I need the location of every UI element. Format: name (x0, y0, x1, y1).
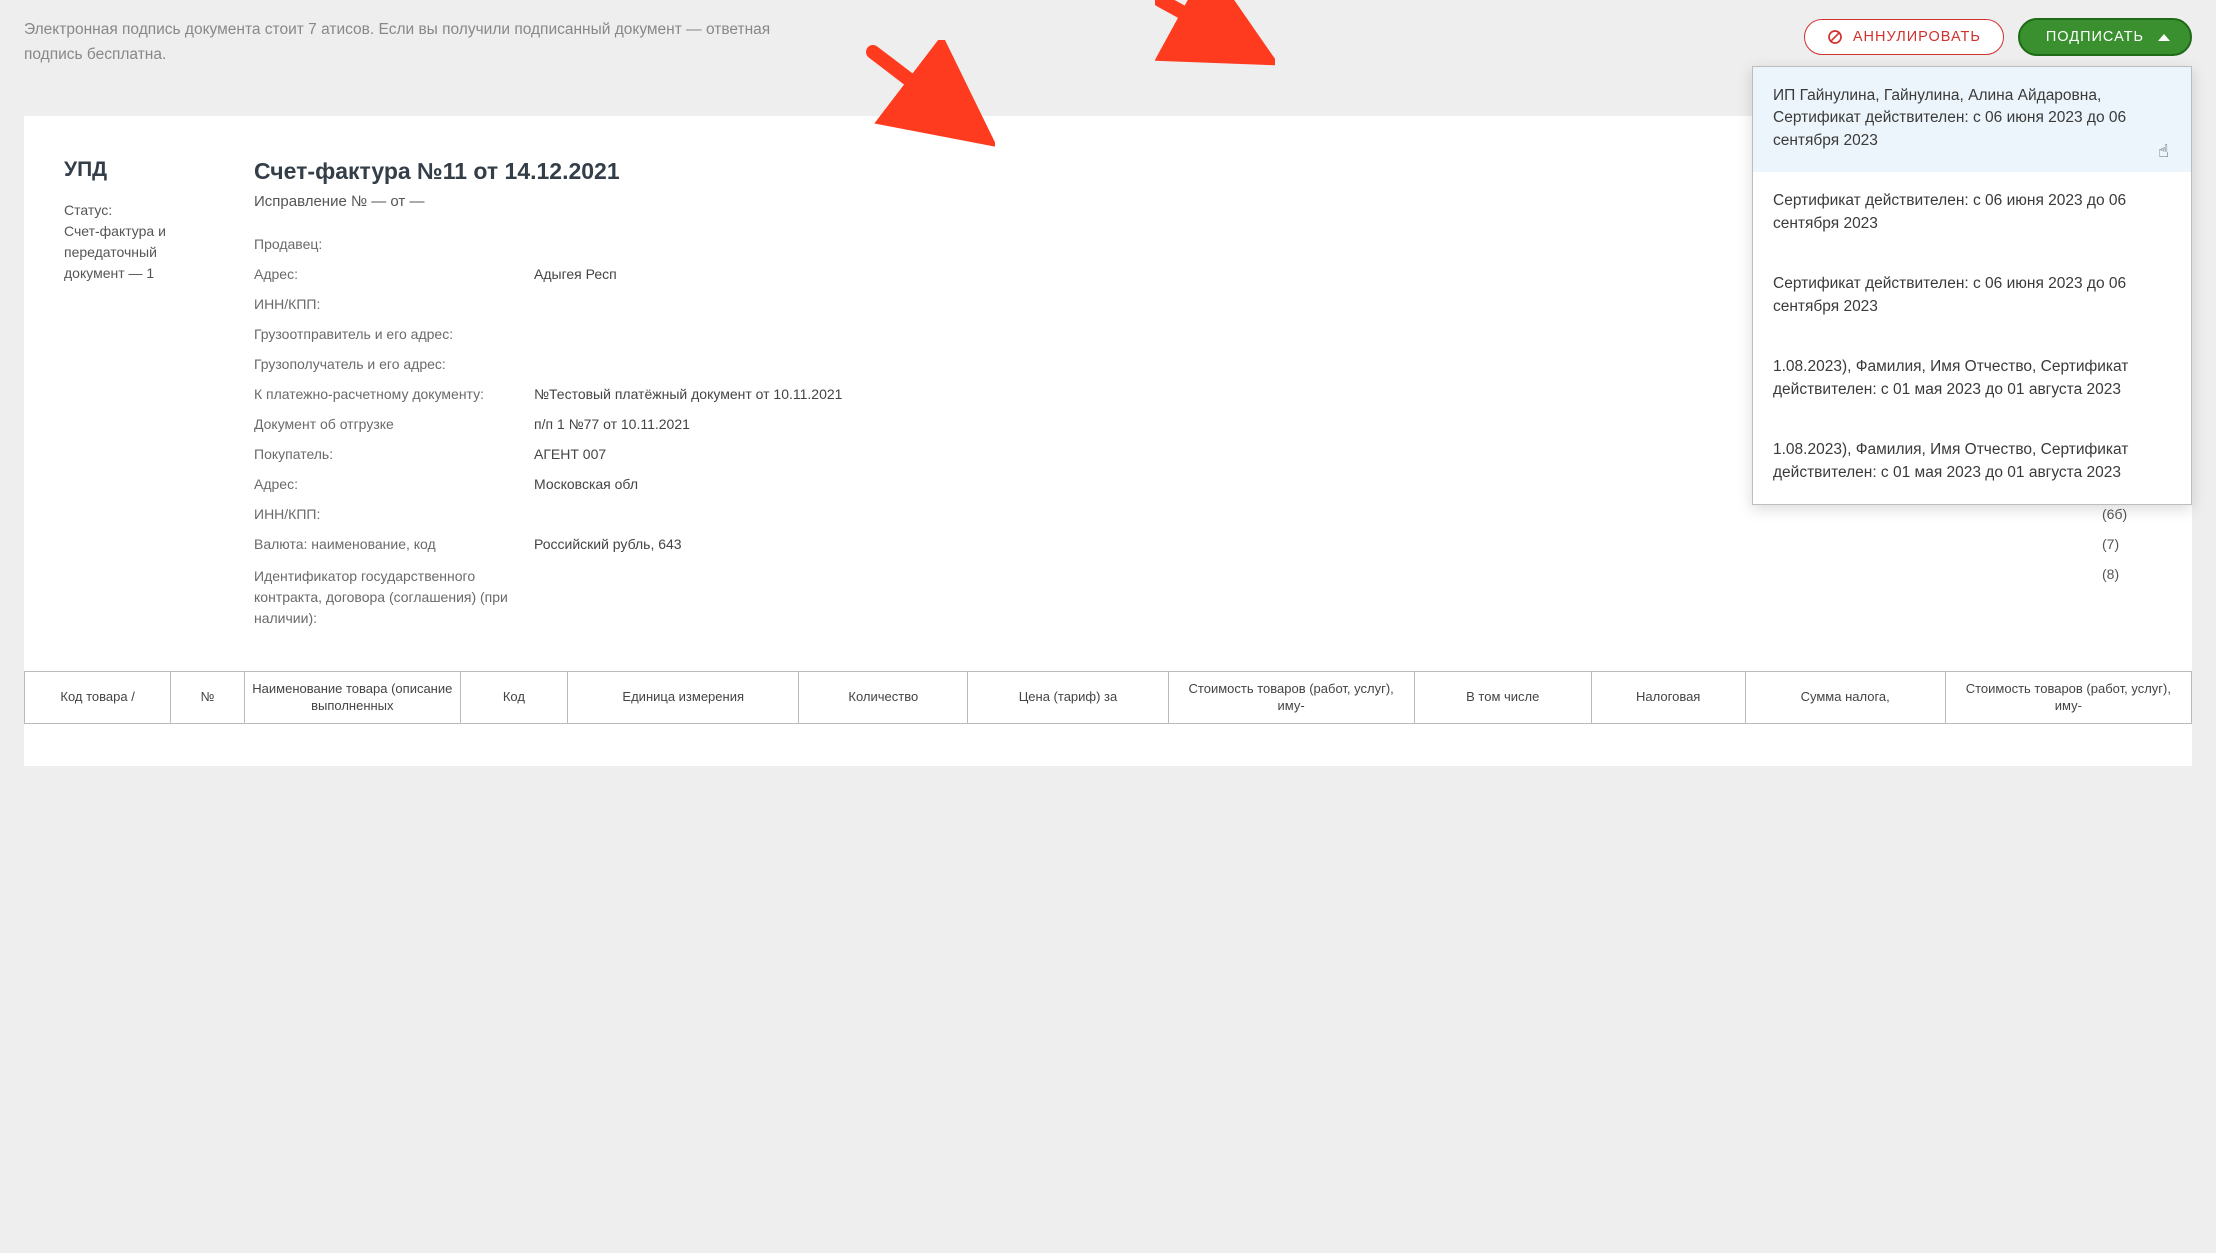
signature-hint: Электронная подпись документа стоит 7 ат… (24, 18, 804, 68)
certificate-option[interactable]: Сертификат действителен: с 06 июня 2023 … (1753, 172, 2191, 255)
certificate-option[interactable]: Сертификат действителен: с 06 июня 2023 … (1753, 255, 2191, 338)
sign-label: ПОДПИСАТЬ (2046, 29, 2144, 45)
column-header: Сумма налога, (1745, 671, 1945, 723)
column-header: Налоговая (1591, 671, 1745, 723)
status-text: Счет-фактура и передаточный документ — 1 (64, 223, 166, 281)
column-header: В том числе (1414, 671, 1591, 723)
pointer-cursor-icon: ☝︎ (2158, 138, 2169, 164)
certificate-option[interactable]: ИП Гайнулина, Гайнулина, Алина Айдаровна… (1753, 67, 2191, 172)
status-label: Статус: (64, 202, 112, 218)
field-value: Российский рубль, 643 (534, 536, 2072, 552)
cancel-icon (1827, 29, 1843, 45)
certificate-option-label: ИП Гайнулина, Гайнулина, Алина Айдаровна… (1773, 87, 2126, 149)
column-header: Стоимость товаров (работ, услуг), иму- (1168, 671, 1414, 723)
certificate-option-label: 1.08.2023), Фамилия, Имя Отчество, Серти… (1773, 441, 2128, 480)
field-label: ИНН/КПП: (254, 506, 534, 522)
column-header: Количество (799, 671, 968, 723)
caret-up-icon (2158, 34, 2170, 41)
action-bar: АННУЛИРОВАТЬ ПОДПИСАТЬ (1804, 18, 2192, 56)
annotation-arrow-sign (1155, 0, 1275, 80)
column-header: Код товара / (25, 671, 171, 723)
column-header: Стоимость товаров (работ, услуг), иму- (1945, 671, 2191, 723)
certificate-dropdown: ИП Гайнулина, Гайнулина, Алина Айдаровна… (1752, 66, 2192, 505)
field-label: Продавец: (254, 236, 534, 252)
field-line-number: (8) (2072, 566, 2152, 582)
field-label: Покупатель: (254, 446, 534, 462)
column-header: Код (460, 671, 568, 723)
table-header-row: Код товара /№Наименование товара (описан… (25, 671, 2192, 723)
invoice-items-table: Код товара /№Наименование товара (описан… (24, 671, 2192, 724)
certificate-option-label: Сертификат действителен: с 06 июня 2023 … (1773, 192, 2126, 231)
column-header: Цена (тариф) за (968, 671, 1168, 723)
field-line-number: (6б) (2072, 506, 2152, 522)
field-label: Идентификатор государственного контракта… (254, 566, 534, 629)
annotation-arrow-item (865, 40, 995, 150)
field-label: Адрес: (254, 476, 534, 492)
cancel-button[interactable]: АННУЛИРОВАТЬ (1804, 19, 2004, 55)
document-side-info: УПД Статус: Счет-фактура и передаточный … (64, 158, 204, 284)
field-label: К платежно-расчетному документу: (254, 386, 534, 402)
field-label: Грузополучатель и его адрес: (254, 356, 534, 372)
field-label: ИНН/КПП: (254, 296, 534, 312)
field-line-number: (7) (2072, 536, 2152, 552)
certificate-option-label: Сертификат действителен: с 06 июня 2023 … (1773, 275, 2126, 314)
cancel-label: АННУЛИРОВАТЬ (1853, 29, 1981, 45)
certificate-option-label: 1.08.2023), Фамилия, Имя Отчество, Серти… (1773, 358, 2128, 397)
certificate-option[interactable]: 1.08.2023), Фамилия, Имя Отчество, Серти… (1753, 421, 2191, 504)
column-header: Наименование товара (описание выполненны… (245, 671, 460, 723)
field-label: Валюта: наименование, код (254, 536, 534, 552)
certificate-option[interactable]: 1.08.2023), Фамилия, Имя Отчество, Серти… (1753, 338, 2191, 421)
column-header: Единица измерения (568, 671, 799, 723)
field-label: Документ об отгрузке (254, 416, 534, 432)
field-label: Грузоотправитель и его адрес: (254, 326, 534, 342)
doc-type-title: УПД (64, 158, 204, 182)
column-header: № (171, 671, 245, 723)
field-label: Адрес: (254, 266, 534, 282)
sign-button[interactable]: ПОДПИСАТЬ (2018, 18, 2192, 56)
